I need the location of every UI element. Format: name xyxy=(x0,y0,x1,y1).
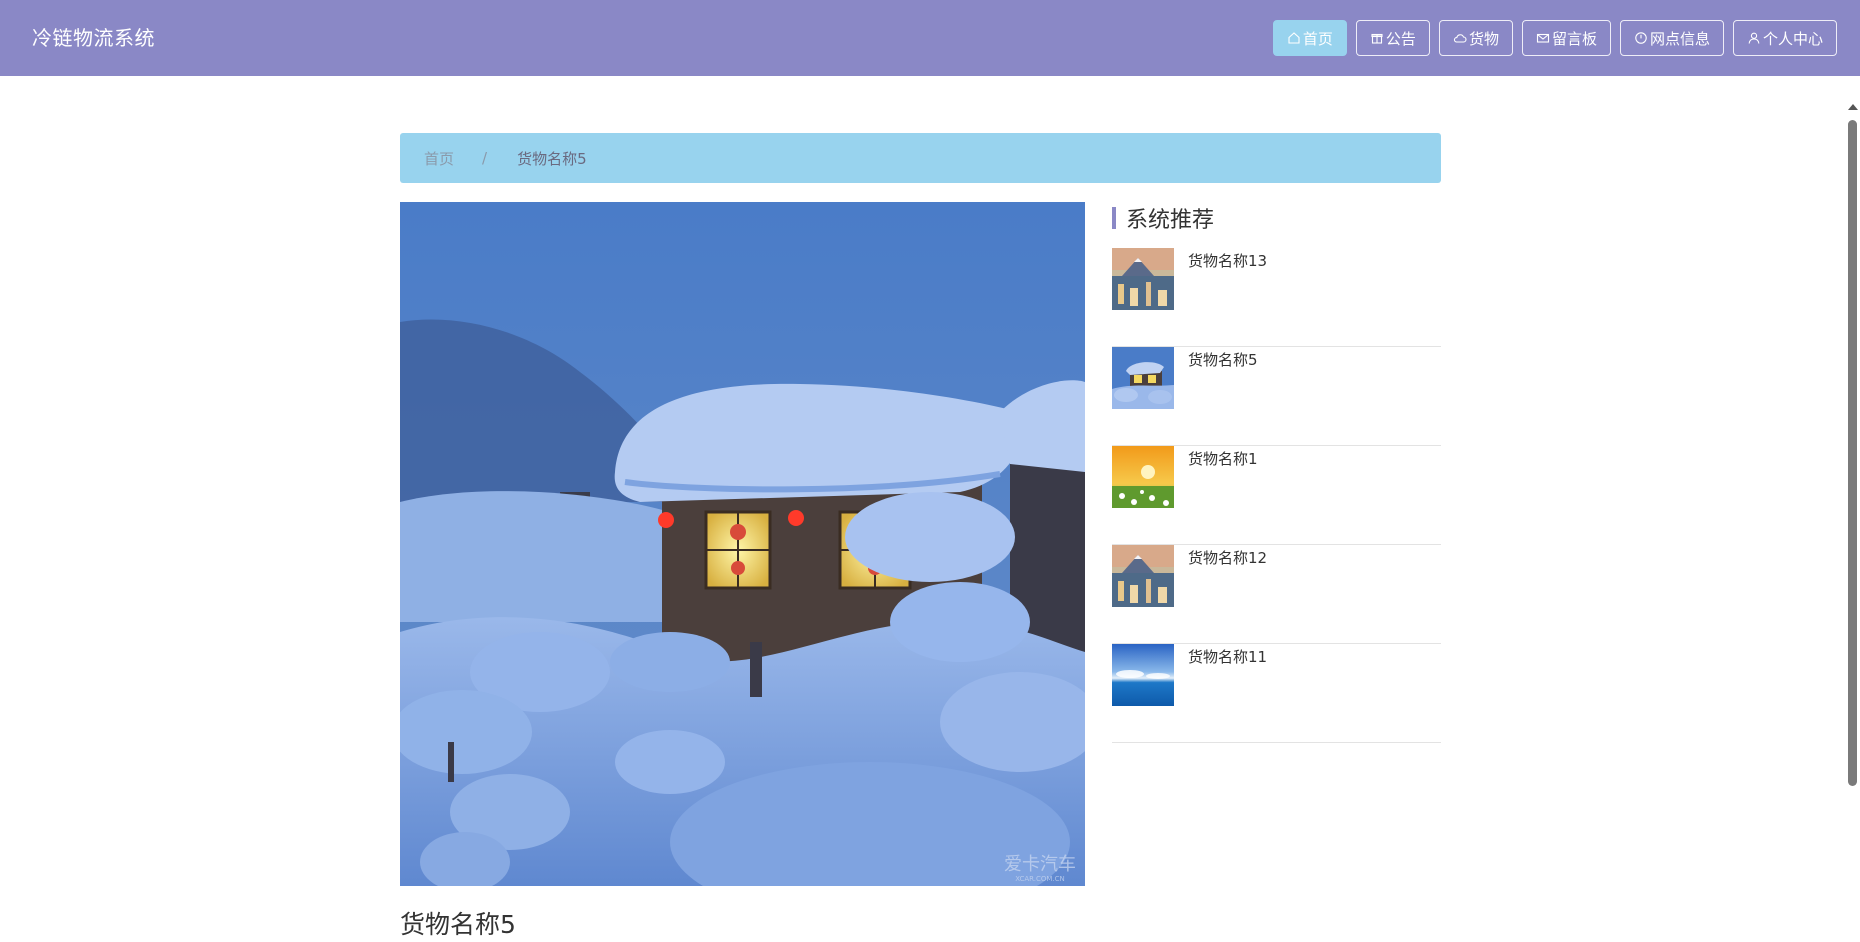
image-watermark-sub: XCAR.COM.CN xyxy=(1015,875,1065,883)
nav-notice-label: 公告 xyxy=(1385,29,1416,48)
recommend-thumb-city-mountain[interactable] xyxy=(1112,545,1174,607)
gift-icon xyxy=(1370,31,1384,45)
nav-goods-button[interactable]: 货物 xyxy=(1438,20,1513,56)
nav-goods-label: 货物 xyxy=(1468,29,1499,48)
recommend-item[interactable]: 货物名称11 xyxy=(1112,644,1441,743)
breadcrumb-separator: / xyxy=(482,149,488,167)
main-nav: 首页 公告 货物 留言板 网点信息 个人中心 xyxy=(1272,20,1837,56)
scrollbar-thumb[interactable] xyxy=(1848,120,1857,786)
recommend-item[interactable]: 货物名称12 xyxy=(1112,545,1441,644)
goods-title: 货物名称5 xyxy=(400,910,516,939)
clock-icon xyxy=(1634,31,1648,45)
nav-home-label: 首页 xyxy=(1302,29,1333,48)
home-icon xyxy=(1287,31,1301,45)
breadcrumb-current: 货物名称5 xyxy=(517,149,587,168)
recommend-item[interactable]: 货物名称5 xyxy=(1112,347,1441,446)
image-watermark: 爱卡汽车 xyxy=(1004,854,1076,875)
recommend-header: 系统推荐 xyxy=(1112,204,1441,233)
cloud-icon xyxy=(1453,31,1467,45)
breadcrumb-home-link[interactable]: 首页 xyxy=(424,148,454,169)
nav-personal-center-label: 个人中心 xyxy=(1762,29,1823,48)
nav-outlet-info-button[interactable]: 网点信息 xyxy=(1619,20,1724,56)
scroll-up-arrow-icon[interactable] xyxy=(1848,104,1858,110)
recommend-title: 系统推荐 xyxy=(1126,208,1215,233)
nav-notice-button[interactable]: 公告 xyxy=(1355,20,1430,56)
nav-message-board-label: 留言板 xyxy=(1551,29,1597,48)
mail-icon xyxy=(1536,31,1550,45)
page-scrollbar[interactable] xyxy=(1845,98,1860,938)
top-navbar: 冷链物流系统 首页 公告 货物 留言板 网点信息 个人中心 xyxy=(0,0,1860,76)
user-icon xyxy=(1747,31,1761,45)
recommend-item-name[interactable]: 货物名称12 xyxy=(1188,547,1267,568)
recommend-item-name[interactable]: 货物名称11 xyxy=(1188,646,1267,667)
recommend-item[interactable]: 货物名称1 xyxy=(1112,446,1441,545)
brand-title[interactable]: 冷链物流系统 xyxy=(32,24,155,52)
recommend-thumb-city-mountain[interactable] xyxy=(1112,248,1174,310)
recommend-item-name[interactable]: 货物名称5 xyxy=(1188,349,1258,370)
breadcrumb: 首页 / 货物名称5 xyxy=(400,133,1441,183)
recommend-item[interactable]: 货物名称13 xyxy=(1112,248,1441,347)
snow-house-illustration: 爱卡汽车 XCAR.COM.CN xyxy=(400,202,1085,886)
goods-main-image: 爱卡汽车 XCAR.COM.CN xyxy=(400,202,1085,886)
recommend-item-name[interactable]: 货物名称1 xyxy=(1188,448,1258,469)
recommend-list: 货物名称13 货物名称5 货物名称1 货物名称12 货物名称11 xyxy=(1112,248,1441,743)
recommend-panel: 系统推荐 货物名称13 货物名称5 货物名称1 货物名称12 货物名称11 xyxy=(1112,202,1441,743)
recommend-accent-bar xyxy=(1112,207,1116,229)
recommend-item-name[interactable]: 货物名称13 xyxy=(1188,250,1267,271)
recommend-thumb-sunset-flowers[interactable] xyxy=(1112,446,1174,508)
recommend-thumb-snow-house[interactable] xyxy=(1112,347,1174,409)
recommend-thumb-sky-sea[interactable] xyxy=(1112,644,1174,706)
nav-message-board-button[interactable]: 留言板 xyxy=(1521,20,1611,56)
nav-home-button[interactable]: 首页 xyxy=(1272,20,1347,56)
nav-personal-center-button[interactable]: 个人中心 xyxy=(1732,20,1837,56)
nav-outlet-info-label: 网点信息 xyxy=(1649,29,1710,48)
